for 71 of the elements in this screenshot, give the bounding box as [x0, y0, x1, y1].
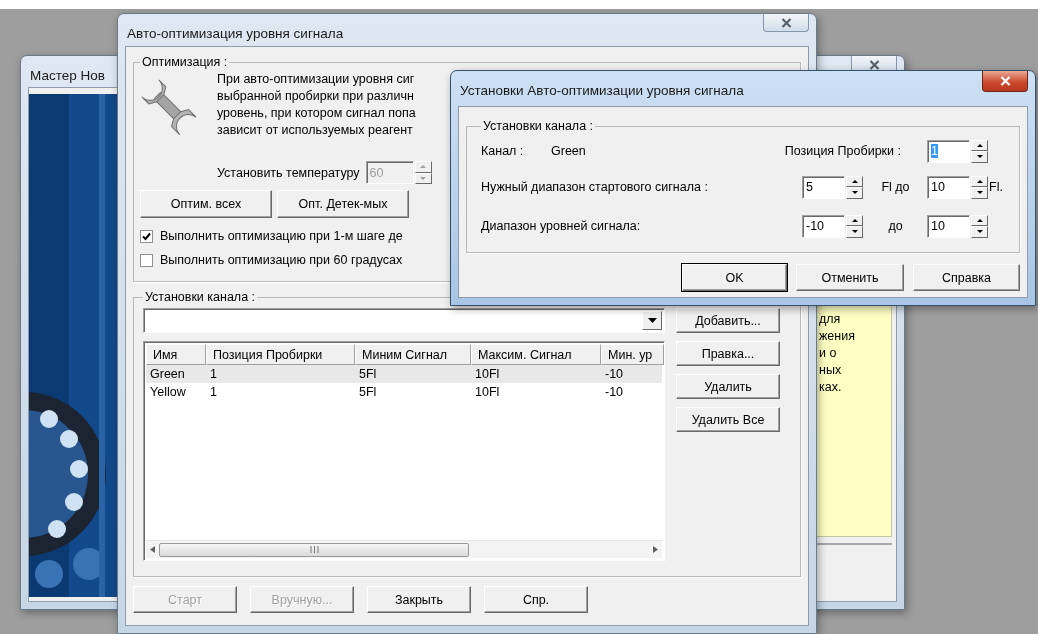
list-action-button[interactable]: Удалить Все [676, 407, 780, 432]
footer-button[interactable]: Закрыть [367, 586, 471, 613]
column-header[interactable]: Миним Сигнал [355, 344, 471, 365]
spin-buttons[interactable] [971, 139, 988, 163]
channel-value: Green [551, 144, 586, 158]
list-action-button[interactable]: Добавить... [676, 308, 780, 333]
number-field[interactable]: 5 [802, 175, 845, 199]
group-label: Установки канала : [482, 119, 595, 133]
unit-label: Fl до [880, 180, 911, 194]
table-cell-text: Green [149, 367, 186, 381]
close-icon [780, 17, 792, 28]
unit-label: до [887, 219, 904, 233]
note-text: для жения и о ных ках. [818, 311, 856, 396]
list-view[interactable]: Имя Позиция Пробирки Миним Сигнал Максим. Сигнал Мин. ур Green 1 5Fl 10Fl -10 Yellow 1 5Fl 10Fl -10 [143, 341, 665, 561]
scroll-right-icon[interactable] [653, 546, 658, 553]
column-header[interactable]: Максим. Сигнал [471, 344, 601, 365]
close-icon [868, 59, 880, 70]
spin-buttons[interactable] [971, 175, 988, 199]
temperature-label: Установить температуру [217, 165, 360, 180]
list-row[interactable]: Green 1 5Fl 10Fl -10 [146, 365, 662, 383]
column-header[interactable]: Имя [146, 344, 206, 365]
group-label: Установки канала : [144, 290, 257, 304]
scroll-left-icon[interactable] [150, 546, 155, 553]
column-header[interactable]: Позиция Пробирки [206, 344, 355, 365]
checkbox[interactable] [140, 229, 153, 243]
number-field[interactable]: -10 [802, 214, 845, 238]
range-label: Диапазон уровней сигнала: [481, 219, 642, 233]
range-label: Нужный диапазон стартового сигнала : [481, 180, 709, 194]
window-title: Мастер Нов [29, 67, 105, 83]
window-title: Авто-оптимизация уровня сигнала [126, 25, 344, 41]
table-cell-text: 1 [209, 367, 218, 381]
dialog-button[interactable]: Справка [913, 264, 1020, 291]
table-cell-text: 1 [209, 385, 218, 399]
grip-icon [309, 546, 319, 553]
horizontal-scrollbar[interactable] [146, 540, 662, 558]
unit-label: Fl. [989, 180, 1004, 194]
spin-buttons[interactable] [846, 214, 863, 238]
wrench-icon [140, 77, 196, 135]
description-text: При авто-оптимизации уровня сиг выбранной пробирки при различн уровень, при котором сигнал попа зависит от используемых реагент [217, 71, 417, 139]
list-row[interactable]: Yellow 1 5Fl 10Fl -10 [146, 383, 662, 401]
position-label: Позиция Пробирки : [784, 144, 901, 158]
dropdown-field[interactable] [143, 308, 665, 333]
list-action-button[interactable]: Правка... [676, 341, 780, 366]
checkbox-label: Выполнить оптимизацию при 1-м шаге де [160, 229, 403, 243]
spin-buttons[interactable] [971, 214, 988, 238]
spin-buttons[interactable] [846, 175, 863, 199]
close-button[interactable] [763, 14, 809, 32]
number-field[interactable]: 10 [927, 175, 970, 199]
optimize-button[interactable]: Оптим. всех [140, 190, 272, 218]
window-title: Установки Авто-оптимизации уровня сигнала [459, 82, 744, 98]
dialog-button[interactable]: OK [682, 264, 787, 291]
channel-label: Канал : [481, 144, 525, 158]
table-cell-text: 10Fl [474, 367, 501, 381]
table-cell-text: Yellow [149, 385, 187, 399]
table-cell-text: -10 [604, 367, 625, 381]
table-cell-text: 10Fl [474, 385, 501, 399]
close-icon [999, 76, 1011, 86]
optimize-button[interactable]: Опт. Детек-мых [277, 190, 409, 218]
close-button[interactable] [982, 71, 1028, 92]
column-header[interactable]: Мин. ур [601, 344, 664, 365]
caret-icon [647, 318, 657, 323]
footer-button[interactable]: Спр. [484, 586, 588, 613]
checkbox[interactable] [140, 253, 153, 267]
number-field[interactable]: 10 [927, 214, 970, 238]
group-label: Оптимизация : [141, 55, 229, 69]
table-cell-text: -10 [604, 385, 625, 399]
table-cell-text: 5Fl [358, 367, 378, 381]
checkbox-label: Выполнить оптимизацию при 60 градусах [160, 253, 403, 267]
table-cell-text: 5Fl [358, 385, 378, 399]
list-action-button[interactable]: Удалить [676, 374, 780, 399]
dialog-button[interactable]: Отменить [796, 264, 904, 291]
